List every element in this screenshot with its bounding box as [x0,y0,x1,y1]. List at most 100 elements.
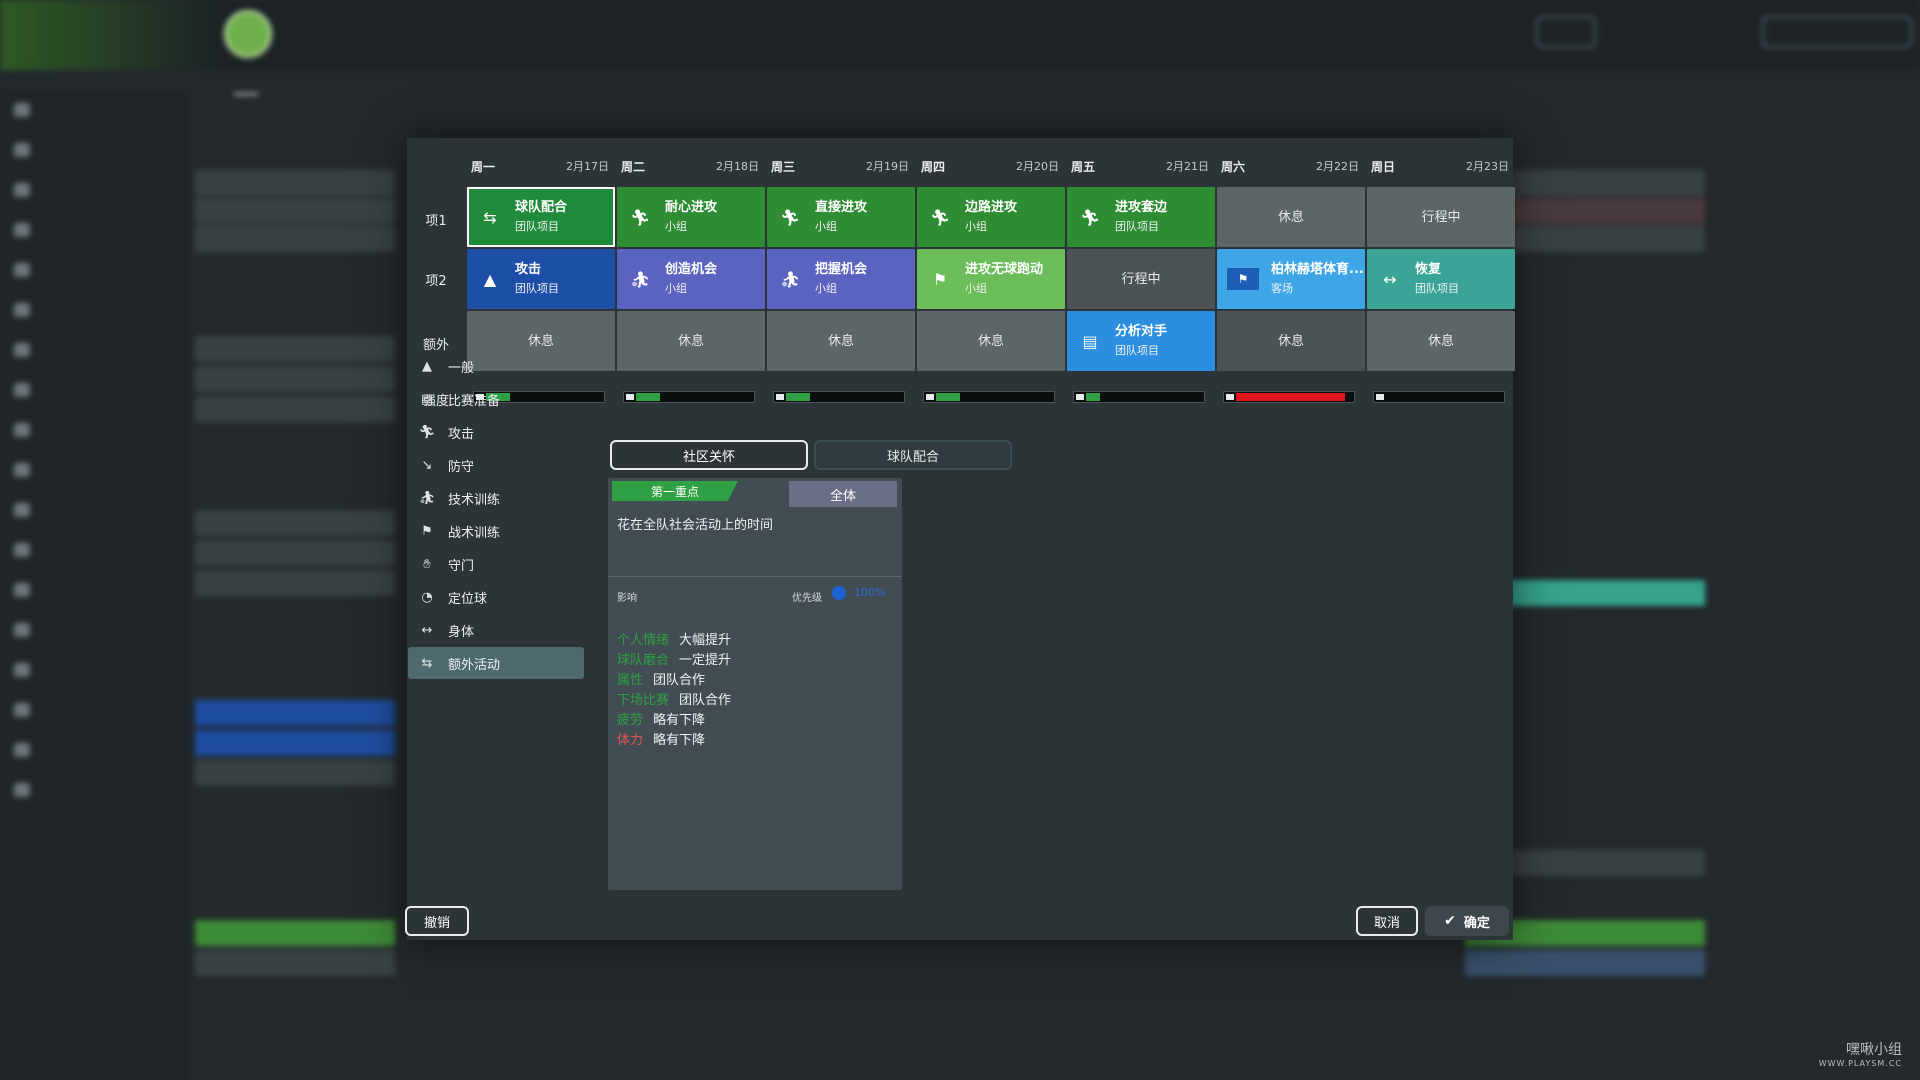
sidenav-item[interactable] [0,610,190,650]
sidenav-item[interactable] [0,650,190,690]
session-cell-slot2[interactable]: ▲ 攻击 团队项目 [467,249,615,309]
sidenav-item[interactable] [0,570,190,610]
session-cell-slot1[interactable]: 🏃︎ 边路进攻 小组 [917,187,1065,247]
session-cell-slot1[interactable]: 🏃︎ 耐心进攻 小组 [617,187,765,247]
priority-slider-knob[interactable] [832,586,846,600]
cancel-button[interactable]: 取消 [1356,906,1418,936]
intensity-knob[interactable] [1224,392,1236,402]
intensity-bar[interactable] [1223,391,1355,403]
category-item[interactable]: ↔ 身体 [408,614,584,646]
background-row [195,366,395,392]
scope-button[interactable]: 全体 [789,481,897,507]
impact-label: 影响 [617,593,637,604]
sidenav-item[interactable] [0,210,190,250]
sidenav-item[interactable] [0,770,190,810]
category-item[interactable]: ▤ 比赛准备 [408,383,584,415]
background-row [1465,950,1705,976]
category-item[interactable]: ▲ 一般 [408,350,584,382]
session-text: 休息 [828,332,854,351]
session-name: 耐心进攻 [665,200,718,215]
day-header: 周五 2月21日 [1071,158,1215,176]
intensity-fill [1236,393,1345,401]
background-row [195,920,395,946]
session-type: 小组 [665,282,687,295]
tab-team-play[interactable]: 球队配合 [814,440,1012,470]
sidenav-item[interactable] [0,450,190,490]
intensity-knob[interactable] [774,392,786,402]
intensity-bar[interactable] [773,391,905,403]
intensity-knob[interactable] [624,392,636,402]
sidenav-item[interactable] [0,290,190,330]
general-icon: ▲ [422,358,432,374]
day-name: 周一 [471,160,496,174]
intensity-knob[interactable] [924,392,936,402]
session-text: 休息 [678,332,704,351]
intensity-knob[interactable] [1074,392,1086,402]
session-name: 把握机会 [815,262,868,277]
sidenav-item[interactable] [0,370,190,410]
sidenav-item[interactable] [0,730,190,770]
session-cell-extra[interactable]: 休息 [1367,311,1515,371]
category-item[interactable]: ↘ 防守 [408,449,584,481]
session-cell-slot2[interactable]: ⚑ 进攻无球跑动 小组 [917,249,1065,309]
session-name: 休息 [1277,333,1304,349]
sidenav-item[interactable] [0,250,190,290]
watermark-title: 嘿啾小组 [1846,1042,1902,1058]
session-cell-slot2[interactable]: ⛹︎ 创造机会 小组 [617,249,765,309]
category-item[interactable]: ⚑ 战术训练 [408,515,584,547]
watermark: 嘿啾小组 WWW.PLAYSM.CC [1819,1039,1902,1068]
focus-badge[interactable]: 第一重点 [612,481,738,501]
priority-label: 优先级 [792,593,822,604]
intensity-bar[interactable] [1373,391,1505,403]
sidenav-item[interactable] [0,130,190,170]
intensity-bar[interactable] [623,391,755,403]
nav-icon [14,583,30,597]
category-label: 攻击 [448,426,475,442]
category-item[interactable]: ⇆ 额外活动 [408,647,584,679]
session-cell-extra[interactable]: 休息 [1217,311,1365,371]
session-text: 休息 [528,332,554,351]
session-text: 分析对手 团队项目 [1115,322,1167,360]
category-item[interactable]: ⛹︎ 技术训练 [408,482,584,514]
session-text: 恢复 团队项目 [1415,260,1459,298]
nav-icon [14,143,30,157]
day-name: 周三 [771,160,796,174]
nav-icon [14,103,30,117]
day-header: 周一 2月17日 [471,158,615,176]
sidenav-item[interactable] [0,90,190,130]
sidenav-item[interactable] [0,490,190,530]
session-cell-slot1[interactable]: 🏃︎ 直接进攻 小组 [767,187,915,247]
club-flag-icon: ⚑ [1227,268,1259,290]
session-cell-slot1[interactable]: ⇆ 球队配合 团队项目 [467,187,615,247]
session-cell-extra[interactable]: 休息 [617,311,765,371]
session-cell-extra[interactable]: ▤ 分析对手 团队项目 [1067,311,1215,371]
sidenav-item[interactable] [0,330,190,370]
tab-community-care[interactable]: 社区关怀 [610,440,808,470]
session-name: 行程中 [1421,209,1461,225]
intensity-bar[interactable] [1073,391,1205,403]
sidenav-item[interactable] [0,410,190,450]
session-cell-slot1[interactable]: 行程中 [1367,187,1515,247]
confirm-button[interactable]: ✔ 确定 [1425,906,1509,936]
intensity-knob[interactable] [1374,392,1386,402]
sidenav-item[interactable] [0,530,190,570]
session-cell-extra[interactable]: 休息 [917,311,1065,371]
category-item[interactable]: ✋︎ 守门 [408,548,584,580]
undo-button[interactable]: 撤销 [405,906,469,936]
session-cell-slot1[interactable]: 休息 [1217,187,1365,247]
sidenav-item[interactable] [0,690,190,730]
session-cell-extra[interactable]: 休息 [767,311,915,371]
sidenav-item[interactable] [0,170,190,210]
category-item[interactable]: ◔ 定位球 [408,581,584,613]
session-cell-slot2[interactable]: ⛹︎ 把握机会 小组 [767,249,915,309]
intensity-bar[interactable] [923,391,1055,403]
session-name: 休息 [677,333,704,349]
session-cell-slot2[interactable]: 行程中 [1067,249,1215,309]
attack-runner-icon: 🏃︎ [929,207,951,227]
session-cell-slot1[interactable]: 🏃︎ 进攻套边 团队项目 [1067,187,1215,247]
session-cell-slot2[interactable]: ↔ 恢复 团队项目 [1367,249,1515,309]
priority-value: 100% [854,586,886,599]
session-cell-slot2[interactable]: ⚑ 柏林赫塔体育... 客场 [1217,249,1365,309]
category-item[interactable]: 🏃︎ 攻击 [408,416,584,448]
effect-value: 团队合作 [679,693,732,708]
